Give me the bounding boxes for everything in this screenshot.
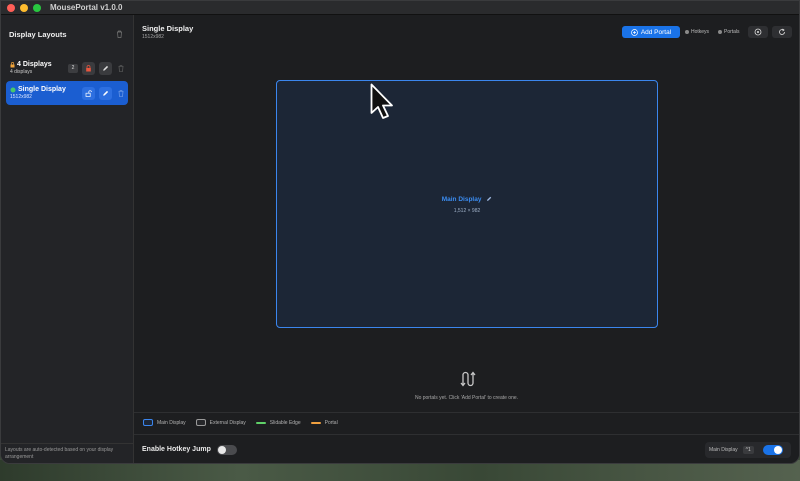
layout-item-label: 4 Displays — [17, 61, 52, 68]
lock-small-icon — [10, 61, 15, 67]
active-indicator-icon — [10, 87, 16, 92]
legend-label: Slidable Edge — [269, 419, 301, 426]
portal-swatch — [310, 421, 321, 424]
target-display-toggle[interactable] — [763, 445, 783, 455]
settings-button[interactable] — [748, 26, 768, 38]
toggle-knob — [774, 446, 782, 454]
main-display-swatch — [143, 419, 153, 426]
target-display-group: Main Display ^1 — [705, 442, 791, 458]
plus-circle-icon — [630, 28, 638, 36]
minimize-window-button[interactable] — [20, 3, 28, 12]
edit-button[interactable] — [99, 61, 112, 75]
legend-item-main-display: Main Display — [143, 419, 186, 426]
legend-label: External Display — [209, 419, 246, 426]
sidebar-title: Display Layouts — [9, 29, 67, 39]
hotkeys-toggle[interactable]: Hotkeys — [685, 29, 709, 35]
delete-button[interactable] — [116, 87, 125, 100]
legend-item-external-display: External Display — [195, 419, 246, 426]
legend-label: Main Display — [157, 419, 186, 426]
lock-icon — [86, 64, 91, 71]
legend-item-slidable-edge: Slidable Edge — [255, 419, 301, 426]
lock-button[interactable] — [82, 61, 95, 75]
external-display-swatch — [195, 419, 206, 426]
portal-arrows-icon — [459, 371, 476, 387]
layout-item-label: Single Display — [18, 86, 66, 93]
zoom-window-button[interactable] — [33, 3, 41, 12]
layout-item-single-display[interactable]: Single Display 1512x982 — [6, 81, 128, 105]
display-name-text: Main Display — [441, 196, 482, 203]
page-title: Single Display — [142, 24, 194, 33]
sidebar: Display Layouts 4 Displays 4 displays 2 — [1, 15, 134, 463]
pencil-icon — [103, 65, 109, 71]
layout-item-subtitle: 1512x982 — [10, 94, 32, 100]
add-portal-button[interactable]: Add Portal — [622, 26, 680, 38]
target-display-label: Main Display — [709, 447, 738, 453]
hotkeys-dot-icon — [685, 30, 689, 34]
refresh-button[interactable] — [772, 26, 792, 38]
unlock-button[interactable] — [82, 86, 95, 100]
pencil-icon[interactable] — [486, 196, 492, 202]
portals-dot-icon — [718, 30, 722, 34]
display-count-badge: 2 — [68, 63, 78, 73]
shortcut-key: ^1 — [742, 446, 754, 454]
pencil-icon — [103, 90, 109, 96]
hotkey-jump-label: Enable Hotkey Jump — [142, 446, 211, 453]
mouse-cursor-icon — [370, 83, 393, 119]
toggle-knob — [218, 446, 226, 454]
delete-button[interactable] — [116, 62, 125, 75]
slidable-edge-swatch — [255, 421, 266, 424]
hotkeys-label: Hotkeys — [691, 29, 710, 35]
trash-icon — [118, 89, 123, 97]
unlock-icon — [85, 89, 92, 97]
sidebar-footer-note: Layouts are auto-detected based on your … — [1, 443, 133, 463]
edit-button[interactable] — [99, 86, 112, 100]
empty-message: No portals yet. Click 'Add Portal' to cr… — [414, 395, 519, 401]
page-subtitle: 1512x982 — [142, 34, 164, 40]
bottom-bar: Enable Hotkey Jump Main Display ^1 — [134, 434, 799, 463]
portals-toggle[interactable]: Portals — [718, 29, 740, 35]
main-display-canvas[interactable]: Main Display 1,512 × 982 — [276, 80, 658, 328]
layout-item-4-displays[interactable]: 4 Displays 4 displays 2 — [6, 56, 128, 80]
legend: Main Display External Display Slidable E… — [134, 412, 799, 432]
display-dimensions: 1,512 × 982 — [453, 208, 481, 214]
legend-item-portal: Portal — [310, 419, 338, 426]
add-portal-label: Add Portal — [640, 28, 672, 36]
main-header: Single Display 1512x982 Add Portal Hotke… — [134, 15, 799, 45]
trash-icon — [118, 64, 123, 72]
legend-label: Portal — [324, 419, 338, 426]
title-bar: MousePortal v1.0.0 — [1, 1, 799, 15]
empty-portals-state: No portals yet. Click 'Add Portal' to cr… — [134, 371, 799, 401]
trash-icon[interactable] — [113, 28, 125, 40]
main-panel: Single Display 1512x982 Add Portal Hotke… — [134, 15, 799, 463]
app-window: MousePortal v1.0.0 Display Layouts 4 Dis… — [0, 0, 800, 464]
close-window-button[interactable] — [7, 3, 15, 12]
app-title: MousePortal v1.0.0 — [50, 3, 123, 12]
target-icon — [754, 28, 762, 36]
portals-label: Portals — [724, 29, 740, 35]
display-name: Main Display — [277, 196, 657, 203]
refresh-icon — [779, 28, 785, 35]
hotkey-jump-toggle[interactable] — [217, 445, 237, 455]
layout-item-subtitle: 4 displays — [10, 69, 33, 75]
